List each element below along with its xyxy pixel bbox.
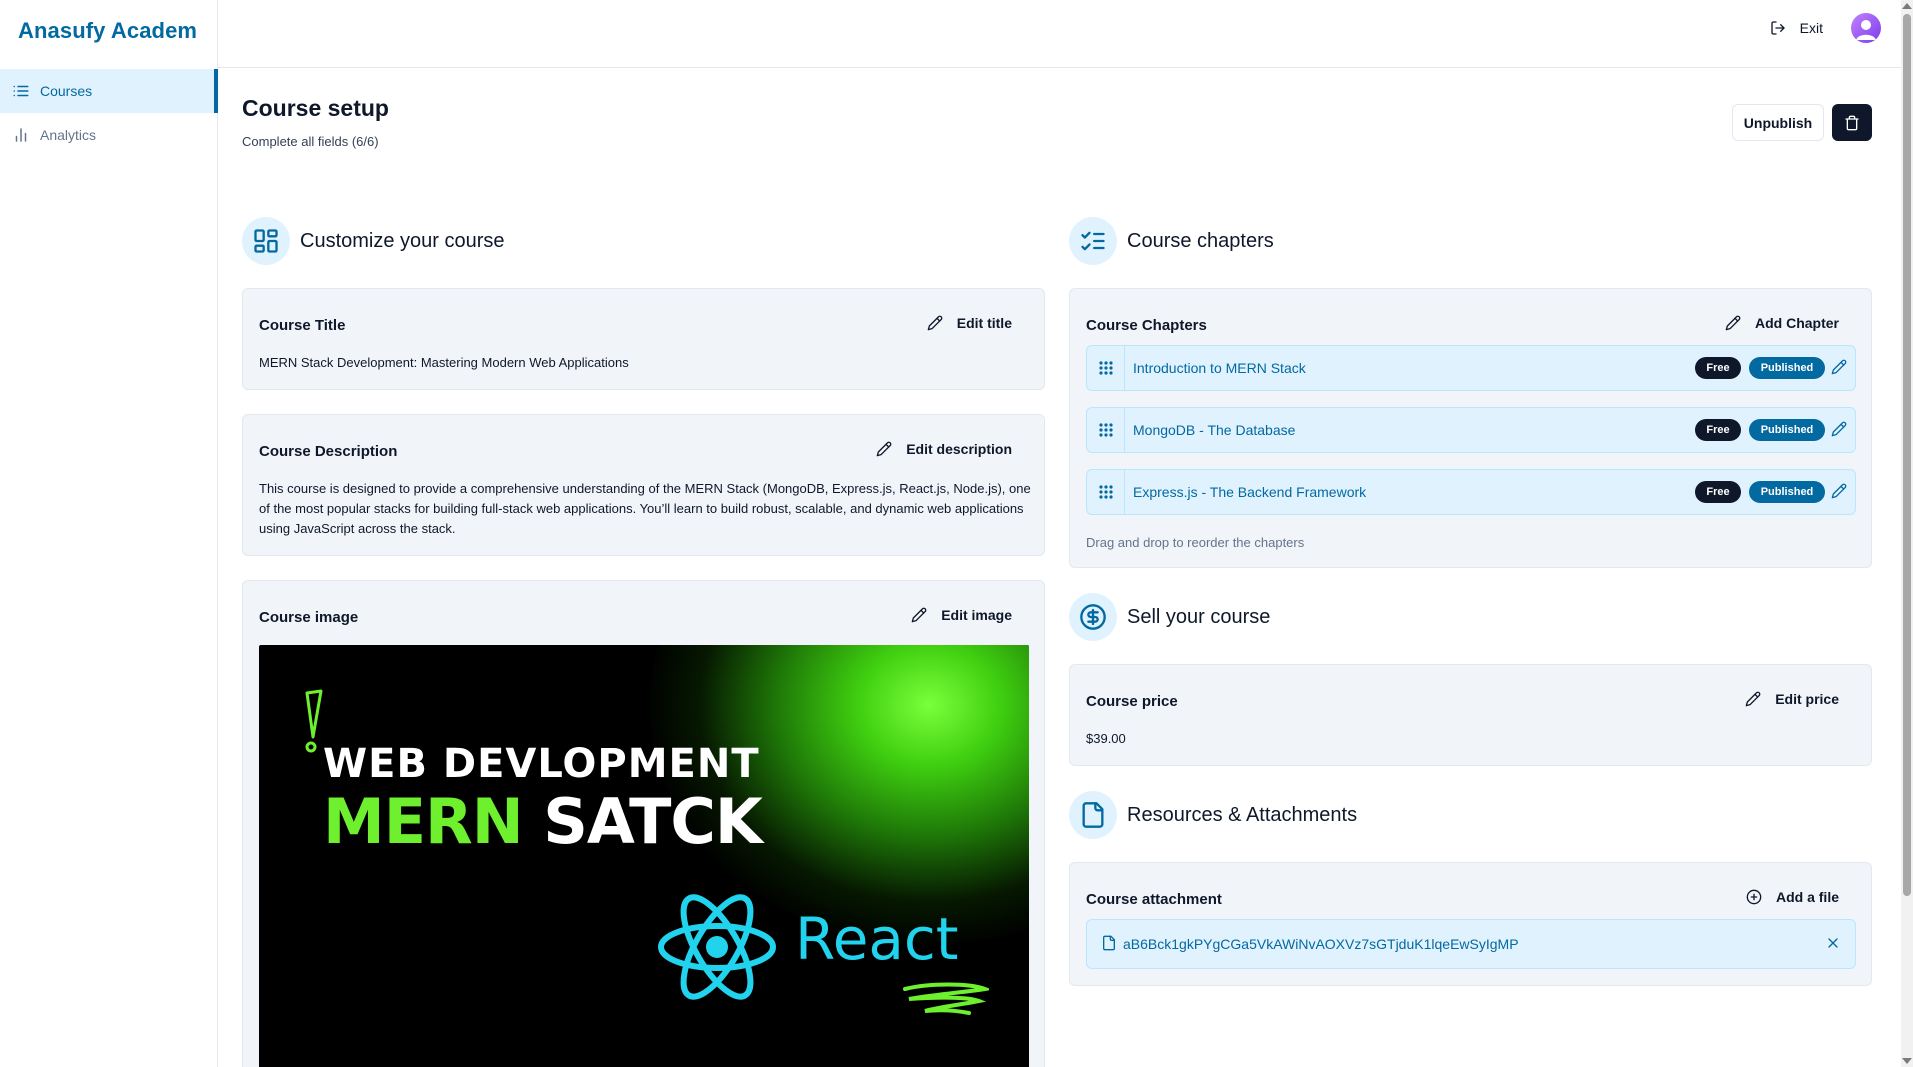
edit-chapter-pencil-icon[interactable] xyxy=(1831,359,1847,375)
edit-title-label: Edit title xyxy=(956,315,1012,331)
edit-price-button[interactable]: Edit price xyxy=(1745,691,1839,707)
add-chapter-button[interactable]: Add Chapter xyxy=(1725,315,1839,331)
unpublish-button[interactable]: Unpublish xyxy=(1732,104,1824,141)
course-thumbnail-image: WEB DEVLOPMENT MERN SATCK React xyxy=(259,645,1029,1067)
section-title: Course chapters xyxy=(1127,229,1274,252)
free-badge: Free xyxy=(1695,481,1741,503)
published-badge: Published xyxy=(1749,481,1825,503)
attachment-file-name[interactable]: aB6Bck1gkPYgCGa5VkAWiNvAOXVz7sGTjduK1lqe… xyxy=(1123,936,1519,952)
exit-button[interactable]: Exit xyxy=(1770,16,1823,40)
section-title: Resources & Attachments xyxy=(1127,803,1358,826)
scribble-underline-icon xyxy=(903,982,989,1015)
chapter-item[interactable]: Introduction to MERN Stack Free Publishe… xyxy=(1086,345,1856,391)
edit-description-button[interactable]: Edit description xyxy=(876,441,1012,457)
add-file-label: Add a file xyxy=(1775,889,1839,905)
pencil-icon xyxy=(927,315,943,331)
page-scrollbar[interactable] xyxy=(1901,0,1913,1067)
sidebar-item-label: Courses xyxy=(40,83,93,99)
card-label: Course price xyxy=(1086,693,1178,710)
add-chapter-label: Add Chapter xyxy=(1755,315,1839,331)
course-title-card: Course Title Edit title MERN Stack Devel… xyxy=(242,288,1045,390)
card-label: Course Description xyxy=(259,443,398,460)
file-icon xyxy=(1101,935,1117,951)
card-label: Course image xyxy=(259,609,359,626)
edit-chapter-pencil-icon[interactable] xyxy=(1831,421,1847,437)
plus-circle-icon xyxy=(1746,889,1762,905)
react-logo-icon xyxy=(658,894,776,1000)
layout-dashboard-icon xyxy=(242,217,290,265)
course-title-value: MERN Stack Development: Mastering Modern… xyxy=(259,355,629,370)
edit-description-label: Edit description xyxy=(906,441,1012,457)
card-label: Course Chapters xyxy=(1086,317,1207,334)
scroll-thumb[interactable] xyxy=(1903,14,1911,896)
app-logo[interactable]: Anasufy Academ xyxy=(18,18,197,44)
course-price-value: $39.00 xyxy=(1086,731,1126,746)
page-title: Course setup xyxy=(242,95,389,121)
section-customize: Customize your course xyxy=(242,217,505,265)
list-checks-icon xyxy=(1069,217,1117,265)
thumbnail-heading: WEB DEVLOPMENT xyxy=(323,741,760,787)
scroll-down-arrow-icon[interactable] xyxy=(1902,1058,1912,1064)
list-icon xyxy=(12,82,30,100)
section-title: Sell your course xyxy=(1127,605,1271,628)
chapter-title: Introduction to MERN Stack xyxy=(1133,360,1306,376)
free-badge: Free xyxy=(1695,357,1741,379)
course-description-card: Course Description Edit description This… xyxy=(242,414,1045,556)
chapter-item[interactable]: Express.js - The Backend Framework Free … xyxy=(1086,469,1856,515)
close-icon[interactable] xyxy=(1825,935,1841,951)
section-title: Customize your course xyxy=(300,229,505,252)
grip-vertical-icon[interactable] xyxy=(1087,470,1125,514)
grip-vertical-icon[interactable] xyxy=(1087,346,1125,390)
published-badge: Published xyxy=(1749,419,1825,441)
sidebar-item-analytics[interactable]: Analytics xyxy=(0,113,218,157)
section-sell: Sell your course xyxy=(1069,593,1270,641)
circle-dollar-icon xyxy=(1069,593,1117,641)
course-attachment-card: Course attachment Add a file aB6Bck1gkPY… xyxy=(1069,862,1872,986)
section-resources: Resources & Attachments xyxy=(1069,791,1357,839)
section-chapters: Course chapters xyxy=(1069,217,1274,265)
edit-title-button[interactable]: Edit title xyxy=(927,315,1012,331)
log-out-icon xyxy=(1770,20,1786,36)
card-label: Course Title xyxy=(259,317,346,334)
pencil-icon xyxy=(1745,691,1761,707)
completion-text: Complete all fields (6/6) xyxy=(242,134,379,149)
sidebar-item-courses[interactable]: Courses xyxy=(0,69,218,113)
course-description-value: This course is designed to provide a com… xyxy=(259,481,1031,536)
file-icon xyxy=(1069,791,1117,839)
sidebar-item-label: Analytics xyxy=(40,127,97,143)
scroll-up-arrow-icon[interactable] xyxy=(1902,3,1912,9)
thumbnail-title-green: MERN xyxy=(323,785,524,858)
sidebar: Anasufy Academ Courses Analytics xyxy=(0,0,218,1067)
add-file-button[interactable]: Add a file xyxy=(1746,889,1839,905)
thumbnail-title: MERN SATCK xyxy=(323,785,763,858)
course-price-card: Course price Edit price $39.00 xyxy=(1069,664,1872,766)
reorder-hint: Drag and drop to reorder the chapters xyxy=(1086,535,1305,550)
pencil-icon xyxy=(876,441,892,457)
topbar: Exit xyxy=(218,0,1901,68)
delete-course-button[interactable] xyxy=(1832,104,1872,141)
thumbnail-react-text: React xyxy=(795,905,959,973)
edit-price-label: Edit price xyxy=(1775,691,1839,707)
attachment-item[interactable]: aB6Bck1gkPYgCGa5VkAWiNvAOXVz7sGTjduK1lqe… xyxy=(1086,919,1856,969)
pencil-icon xyxy=(911,607,927,623)
thumbnail-title-white: SATCK xyxy=(543,785,763,858)
card-label: Course attachment xyxy=(1086,891,1222,908)
course-image-card: Course image Edit image WEB DEVLOPMENT M… xyxy=(242,580,1045,1067)
edit-image-button[interactable]: Edit image xyxy=(911,607,1012,623)
chapter-title: MongoDB - The Database xyxy=(1133,422,1296,438)
edit-image-label: Edit image xyxy=(941,607,1012,623)
trash-icon xyxy=(1844,115,1860,131)
exit-label: Exit xyxy=(1799,20,1823,36)
user-avatar[interactable] xyxy=(1851,13,1881,43)
pencil-icon xyxy=(1725,315,1741,331)
bar-chart-icon xyxy=(12,126,30,144)
chapter-item[interactable]: MongoDB - The Database Free Published xyxy=(1086,407,1856,453)
course-chapters-card: Course Chapters Add Chapter Introduction… xyxy=(1069,288,1872,568)
grip-vertical-icon[interactable] xyxy=(1087,408,1125,452)
free-badge: Free xyxy=(1695,419,1741,441)
published-badge: Published xyxy=(1749,357,1825,379)
edit-chapter-pencil-icon[interactable] xyxy=(1831,483,1847,499)
chapter-title: Express.js - The Backend Framework xyxy=(1133,484,1367,500)
